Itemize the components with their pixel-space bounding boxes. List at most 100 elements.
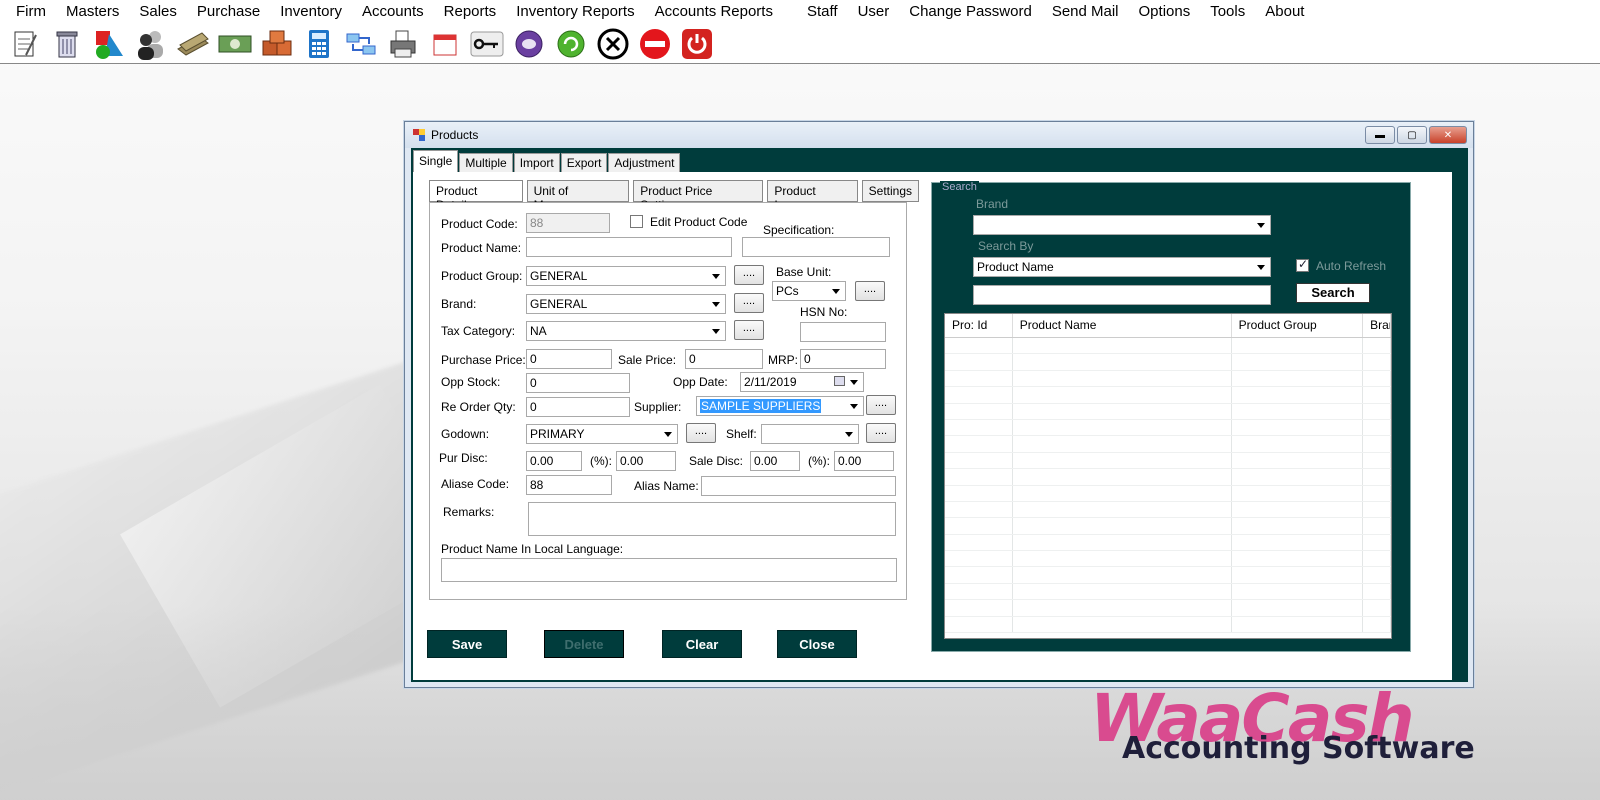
power-icon[interactable] (680, 27, 714, 61)
maximize-button[interactable]: ▢ (1397, 126, 1427, 144)
recycle-bin-icon[interactable] (50, 27, 84, 61)
menu-masters[interactable]: Masters (56, 0, 129, 24)
users-icon[interactable] (134, 27, 168, 61)
sale-disc-pct-field[interactable]: 0.00 (834, 451, 894, 471)
tax-category-more-button[interactable]: .... (734, 320, 764, 340)
tab-export[interactable]: Export (560, 153, 608, 172)
tab-import[interactable]: Import (513, 153, 560, 172)
tab-product-details[interactable]: Product Details (429, 180, 523, 212)
mrp-field[interactable]: 0 (800, 349, 886, 369)
column-product-group[interactable]: Product Group (1232, 314, 1364, 337)
shelf-select[interactable] (761, 424, 859, 444)
menu-firm[interactable]: Firm (0, 0, 56, 24)
table-row[interactable] (945, 501, 1391, 519)
remarks-field[interactable] (528, 502, 896, 536)
pur-disc-field[interactable]: 0.00 (526, 451, 582, 471)
table-row[interactable] (945, 387, 1391, 404)
table-row[interactable] (945, 370, 1391, 388)
base-unit-more-button[interactable]: .... (855, 281, 885, 301)
table-row[interactable] (945, 403, 1391, 420)
tab-single[interactable]: Single (413, 150, 459, 172)
close-window-button[interactable]: ✕ (1429, 126, 1467, 144)
menu-staff[interactable]: Staff (797, 0, 848, 24)
godown-more-button[interactable]: .... (686, 423, 716, 443)
table-row[interactable] (945, 583, 1391, 601)
search-by-select[interactable]: Product Name (973, 257, 1271, 277)
menu-change-password[interactable]: Change Password (899, 0, 1042, 24)
calendar-icon[interactable] (428, 27, 462, 61)
aliase-code-field[interactable]: 88 (526, 475, 612, 495)
cancel-icon[interactable] (596, 27, 630, 61)
shapes-icon[interactable] (92, 27, 126, 61)
cash-note-icon[interactable] (218, 27, 252, 61)
column-brand[interactable]: Bran (1363, 314, 1391, 337)
sale-disc-field[interactable]: 0.00 (750, 451, 800, 471)
table-row[interactable] (945, 518, 1391, 535)
product-group-select[interactable]: GENERAL (526, 266, 726, 286)
menu-reports[interactable]: Reports (434, 0, 507, 24)
close-button[interactable]: Close (777, 630, 857, 658)
alias-name-field[interactable] (701, 476, 896, 496)
key-icon[interactable] (470, 27, 504, 61)
table-row[interactable] (945, 485, 1391, 502)
tab-product-image[interactable]: Product Image (767, 180, 858, 212)
supplier-select[interactable]: SAMPLE SUPPLIERS (696, 396, 864, 416)
table-row[interactable] (945, 551, 1391, 568)
auto-refresh-checkbox[interactable] (1296, 257, 1309, 272)
pur-disc-pct-field[interactable]: 0.00 (616, 451, 676, 471)
supplier-more-button[interactable]: .... (866, 395, 896, 415)
product-group-more-button[interactable]: .... (734, 265, 764, 285)
menu-user[interactable]: User (848, 0, 900, 24)
tab-product-price-settings[interactable]: Product Price Settings (633, 180, 764, 212)
specification-field[interactable] (742, 237, 890, 257)
alien-icon[interactable] (512, 27, 546, 61)
menu-inventory[interactable]: Inventory (270, 0, 352, 24)
tax-category-select[interactable]: NA (526, 321, 726, 341)
window-titlebar[interactable]: Products ▬ ▢ ✕ (405, 122, 1473, 148)
search-brand-select[interactable] (973, 215, 1271, 235)
menu-send-mail[interactable]: Send Mail (1042, 0, 1129, 24)
menu-accounts-reports[interactable]: Accounts Reports (645, 0, 783, 24)
menu-accounts[interactable]: Accounts (352, 0, 434, 24)
opp-date-picker[interactable]: 2/11/2019 (740, 372, 864, 392)
tab-adjustment[interactable]: Adjustment (608, 153, 681, 172)
product-name-field[interactable] (526, 237, 732, 257)
column-pro-id[interactable]: Pro: Id (945, 314, 1013, 337)
product-code-field[interactable]: 88 (526, 213, 610, 233)
shelf-more-button[interactable]: .... (866, 423, 896, 443)
table-row[interactable] (945, 469, 1391, 486)
godown-select[interactable]: PRIMARY (526, 424, 678, 444)
table-row[interactable] (945, 452, 1391, 470)
menu-tools[interactable]: Tools (1200, 0, 1255, 24)
tab-settings[interactable]: Settings (861, 180, 920, 202)
reorder-field[interactable]: 0 (526, 397, 630, 417)
table-row[interactable] (945, 419, 1391, 437)
brand-more-button[interactable]: .... (734, 293, 764, 313)
money-icon[interactable] (176, 27, 210, 61)
search-button[interactable]: Search (1296, 283, 1370, 303)
tab-multiple[interactable]: Multiple (459, 153, 513, 172)
menu-options[interactable]: Options (1129, 0, 1201, 24)
sale-price-field[interactable]: 0 (685, 349, 763, 369)
clear-button[interactable]: Clear (662, 630, 742, 658)
minimize-button[interactable]: ▬ (1365, 126, 1395, 144)
table-row[interactable] (945, 338, 1391, 355)
table-row[interactable] (945, 616, 1391, 634)
notepad-icon[interactable] (8, 27, 42, 61)
menu-inventory-reports[interactable]: Inventory Reports (506, 0, 644, 24)
table-row[interactable] (945, 567, 1391, 584)
opp-stock-field[interactable]: 0 (526, 373, 630, 393)
search-text-field[interactable] (973, 285, 1271, 305)
local-name-field[interactable] (441, 558, 897, 582)
brand-select[interactable]: GENERAL (526, 294, 726, 314)
edit-product-code-checkbox[interactable] (630, 215, 643, 228)
table-row[interactable] (945, 534, 1391, 552)
table-row[interactable] (945, 436, 1391, 453)
transfer-icon[interactable] (344, 27, 378, 61)
table-row[interactable] (945, 600, 1391, 617)
printer-icon[interactable] (386, 27, 420, 61)
base-unit-select[interactable]: PCs (772, 281, 846, 301)
save-button[interactable]: Save (427, 630, 507, 658)
no-entry-icon[interactable] (638, 27, 672, 61)
menu-purchase[interactable]: Purchase (187, 0, 270, 24)
